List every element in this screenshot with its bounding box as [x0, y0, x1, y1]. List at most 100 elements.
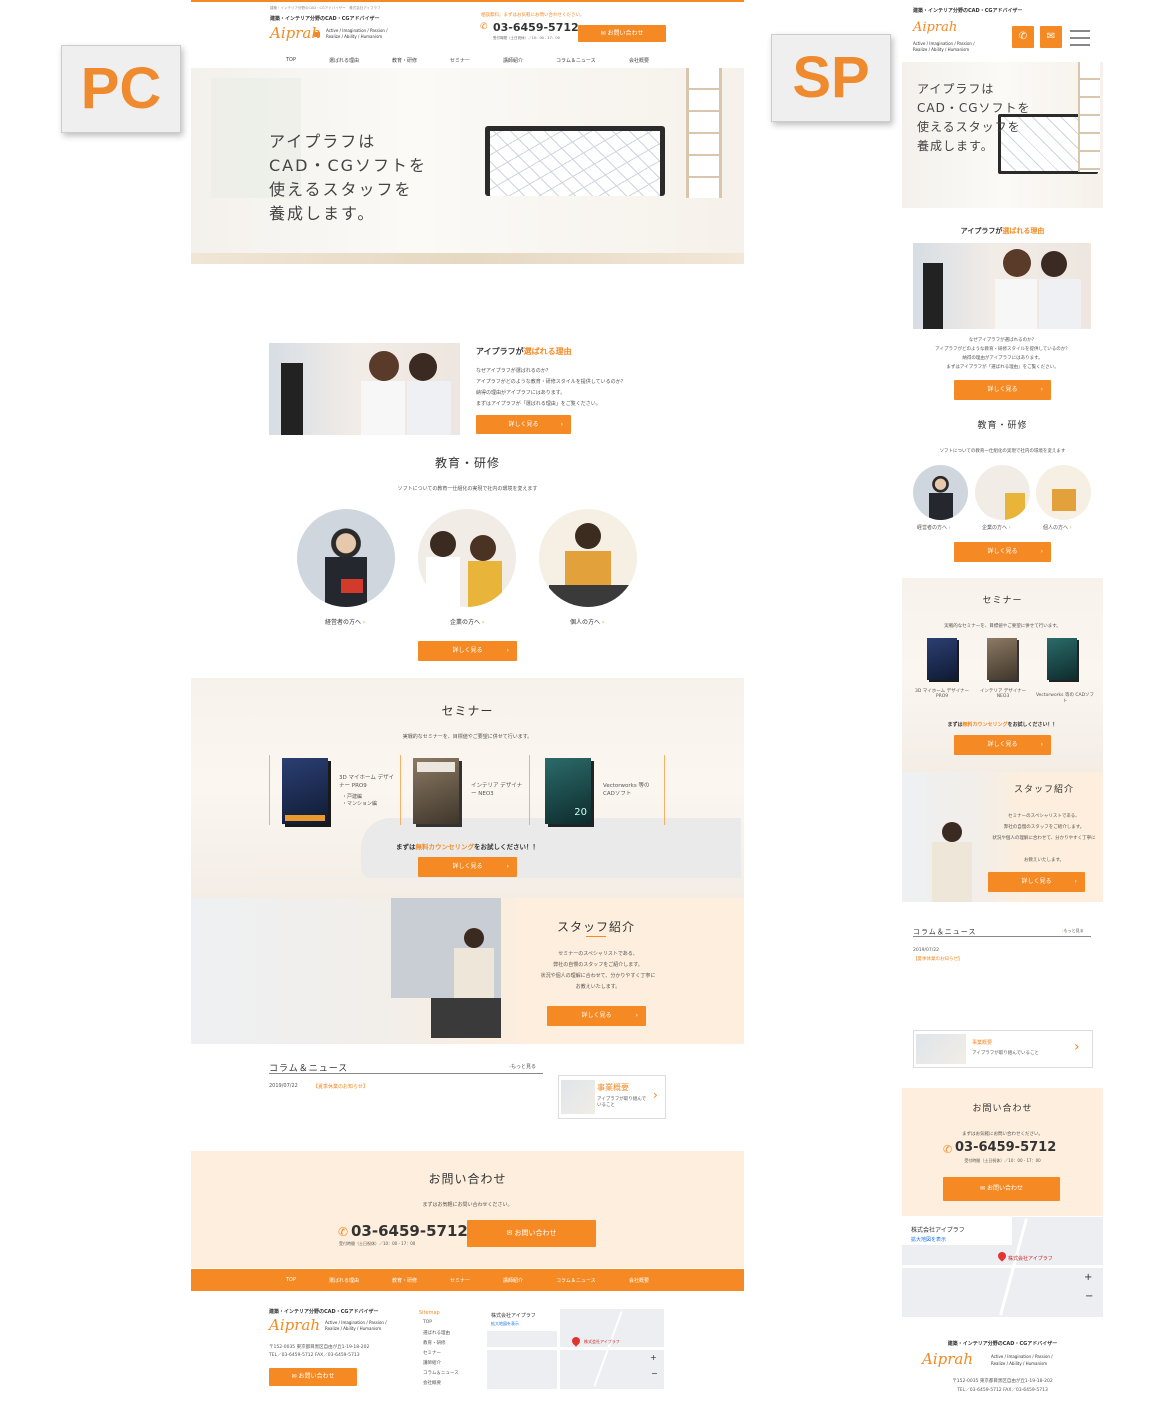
pc-staff-title-underline [586, 936, 606, 937]
phone-icon: ✆ [943, 1143, 953, 1156]
sp-contact-hours: 受付時間（土日祝休）／10：00 - 17：00 [964, 1158, 1041, 1163]
sp-edu-executive-image[interactable] [913, 465, 968, 520]
sp-contact-button[interactable]: ✉ お問い合わせ [943, 1177, 1060, 1201]
pc-nav-education[interactable]: 教育・研修 [392, 57, 417, 64]
sp-reason-line-1: なぜアイプラフが選ばれるのか？ [968, 338, 1037, 343]
sp-contact-title: お問い合わせ [972, 1104, 1033, 1114]
monitor-icon [485, 126, 665, 196]
pc-news-item[interactable]: 【夏季休業のお知らせ】 [313, 1083, 368, 1090]
pc-footer-nav-seminar[interactable]: セミナー [450, 1277, 470, 1284]
pc-staff-line-4: お教えいたします。 [575, 984, 621, 990]
sp-staff-line-4: お教えいたします。 [1023, 858, 1065, 863]
pc-map-link[interactable]: 拡大地図を表示 [491, 1321, 519, 1327]
pc-business-banner[interactable]: 事業概要 アイプラフが取り組んでいること › [558, 1075, 666, 1119]
sp-news-item[interactable]: 【夏季休業のお知らせ】 [913, 956, 962, 962]
pc-hero-line-4: 養成します。 [269, 204, 376, 223]
sp-phone-button[interactable]: ✆ [1012, 26, 1034, 48]
pc-footer-sitemap-6[interactable]: 会社概要 [423, 1380, 441, 1386]
pc-footer-contact-button[interactable]: ✉ お問い合わせ [269, 1368, 357, 1386]
pc-staff-line-2: 弊社の自慢のスタッフをご紹介します。 [553, 962, 643, 968]
pc-footer-sitemap-0[interactable]: TOP [423, 1320, 432, 1325]
pc-footer-sitemap-5[interactable]: コラム＆ニュース [423, 1370, 459, 1376]
pc-nav-column[interactable]: コラム＆ニュース [556, 57, 596, 64]
pc-reason-button[interactable]: 詳しく見る › [476, 415, 571, 434]
sp-staff-button[interactable]: 詳しく見る › [988, 872, 1085, 892]
sp-business-banner[interactable]: 事業概要 アイプラフが取り組んでいること › [913, 1030, 1093, 1068]
pc-education-button[interactable]: 詳しく見る › [418, 641, 517, 661]
pc-edu-company-image[interactable] [418, 509, 516, 607]
pc-edu-executive-link[interactable]: 経営者の方へ › [325, 617, 365, 626]
zoom-out-icon[interactable]: − [651, 1369, 658, 1378]
zoom-out-icon[interactable]: − [1085, 1291, 1093, 1302]
sp-contact-phone[interactable]: 03-6459-5712 [955, 1140, 1056, 1155]
pc-footer-logo[interactable]: Aiprah [269, 1316, 320, 1334]
pc-staff-button[interactable]: 詳しく見る › [547, 1006, 646, 1026]
pc-news-more-link[interactable]: ›もっと見る [509, 1063, 536, 1070]
sp-logo[interactable]: Aiprah [913, 20, 957, 35]
pc-news-date: 2019/07/22 [269, 1083, 298, 1089]
sp-education-title: 教育・研修 [977, 421, 1028, 431]
pc-contact-button[interactable]: ✉ お問い合わせ [467, 1220, 596, 1247]
chevron-right-icon: › [560, 421, 563, 428]
sp-seminar-item-1: 3D マイホーム デザイナー PRO9 [915, 689, 969, 699]
pc-footer-nav-company[interactable]: 会社概要 [629, 1277, 649, 1284]
pc-nav-seminar[interactable]: セミナー [450, 57, 470, 64]
sp-product-box-2[interactable] [987, 638, 1017, 680]
pc-edu-individual-link[interactable]: 個人の方へ › [570, 617, 604, 626]
pc-reason-image [269, 343, 460, 435]
pc-footer-sitemap-3[interactable]: セミナー [423, 1350, 441, 1356]
pc-edu-company-link[interactable]: 企業の方へ › [450, 617, 484, 626]
pc-contact-title: お問い合わせ [428, 1172, 507, 1186]
pc-seminar-button[interactable]: 詳しく見る › [418, 857, 517, 877]
sp-footer-motto-2: Realize / Ability / Humanism [991, 1361, 1048, 1366]
pc-seminar-cta: まずは無料カウンセリングをお試しください！！ [396, 843, 539, 851]
sp-product-box-1[interactable] [927, 638, 957, 680]
sp-edu-executive-link[interactable]: 経営者の方へ › [917, 524, 951, 531]
banner-image [916, 1034, 966, 1064]
pc-footer-nav-column[interactable]: コラム＆ニュース [556, 1277, 596, 1284]
hamburger-menu-icon[interactable] [1070, 28, 1090, 46]
pc-seminar-item-1[interactable]: 3D マイホーム デザイナー PRO9 ・戸建編 ・マンション編 [269, 755, 401, 825]
product-box-image [282, 758, 328, 824]
pc-nav-top[interactable]: TOP [286, 57, 296, 63]
sp-reason-button[interactable]: 詳しく見る › [954, 380, 1051, 400]
pc-footer-sitemap-4[interactable]: 講師紹介 [423, 1360, 441, 1366]
pc-header-phone[interactable]: 03-6459-5712 [493, 21, 579, 34]
pc-consult-note: 相談無料。まずはお気軽にお問い合わせください。 [481, 13, 585, 18]
sp-edu-company-image[interactable] [975, 465, 1030, 520]
mail-icon: ✉ [506, 1229, 515, 1237]
pc-seminar-item-2[interactable]: インテリア デザイナー NEO3 [399, 755, 530, 825]
pc-footer-sitemap-2[interactable]: 教育・研修 [423, 1340, 446, 1346]
pc-footer-nav-education[interactable]: 教育・研修 [392, 1277, 417, 1284]
zoom-in-icon[interactable]: + [1084, 1272, 1092, 1283]
sp-edu-individual-link[interactable]: 個人の方へ › [1043, 524, 1072, 531]
sp-news-more-link[interactable]: ›もっと見る [1062, 928, 1084, 934]
sp-seminar-button[interactable]: 詳しく見る › [954, 735, 1051, 755]
pc-nav-reason[interactable]: 選ばれる理由 [329, 57, 359, 64]
sp-map-link[interactable]: 拡大地図を表示 [911, 1236, 946, 1243]
pc-tagline: 建築・インテリア分野のCAD・CGアドバイザー [270, 16, 380, 22]
pc-edu-individual-image[interactable] [539, 509, 637, 607]
pc-seminar-item-3[interactable]: 20 Vectorworks 等の CADソフト [529, 755, 665, 825]
zoom-in-icon[interactable]: + [650, 1353, 657, 1362]
pc-footer-nav-instructors[interactable]: 講師紹介 [503, 1277, 523, 1284]
pc-header-contact-button[interactable]: ✉ お問い合わせ [578, 25, 666, 42]
chevron-right-icon: › [1040, 741, 1043, 748]
pc-contact-phone[interactable]: 03-6459-5712 [351, 1222, 468, 1240]
pc-nav-instructors[interactable]: 講師紹介 [503, 57, 523, 64]
sp-edu-company-link[interactable]: 企業の方へ › [982, 524, 1011, 531]
pc-footer-nav-top[interactable]: TOP [286, 1277, 296, 1283]
sp-footer-logo[interactable]: Aiprah [922, 1350, 973, 1368]
pc-edu-executive-image[interactable] [297, 509, 395, 607]
pc-motto-1: Active / Imagination / Passion / [326, 28, 388, 33]
pc-nav-company[interactable]: 会社概要 [629, 57, 649, 64]
sp-product-box-3[interactable] [1047, 638, 1077, 680]
pc-map-pin-label: 株式会社アイプラフ [584, 1339, 620, 1344]
sp-footer-map[interactable]: 株式会社アイプラフ 拡大地図を表示 株式会社アイプラフ + − [902, 1217, 1103, 1317]
sp-mail-button[interactable]: ✉ [1040, 26, 1062, 48]
pc-footer-nav-reason[interactable]: 選ばれる理由 [329, 1277, 359, 1284]
sp-edu-individual-image[interactable] [1036, 465, 1091, 520]
pc-footer-map[interactable]: 株式会社アイプラフ 拡大地図を表示 株式会社アイプラフ + − [487, 1309, 664, 1389]
sp-education-button[interactable]: 詳しく見る › [954, 542, 1051, 562]
pc-footer-sitemap-1[interactable]: 選ばれる理由 [423, 1330, 450, 1336]
